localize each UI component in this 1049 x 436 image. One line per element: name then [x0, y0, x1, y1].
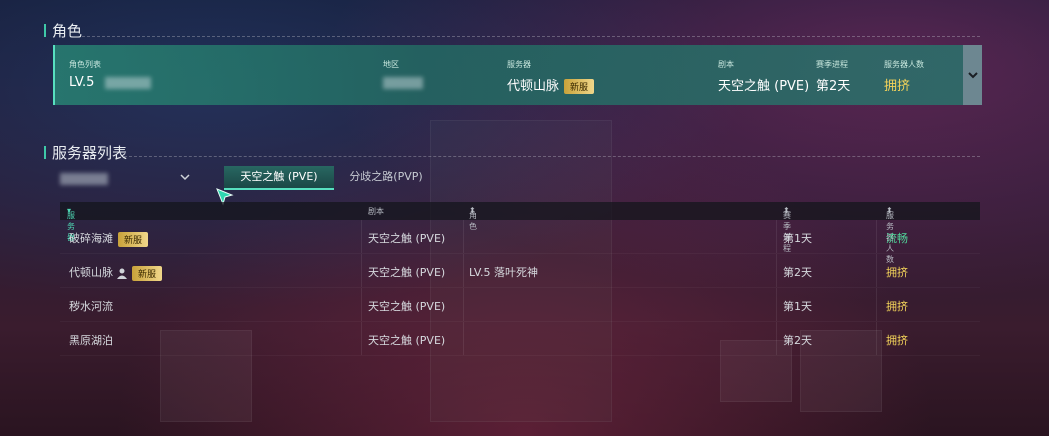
tab-pvp[interactable]: 分歧之路(PVP) — [336, 166, 436, 188]
column-divider — [776, 322, 777, 355]
col-population-header[interactable]: 服务器人数 ⬍ — [886, 206, 894, 264]
column-divider — [876, 322, 877, 355]
chevron-down-icon — [180, 174, 190, 181]
server-table: 服务器 ▾ 剧本 角色 ⬍ 赛季进程 ⬍ 服务器人数 ⬍ 破碎海滩 新服 天空之触… — [60, 202, 980, 356]
role-list-label: 角色列表 — [69, 60, 101, 69]
population-label: 服务器人数 — [884, 60, 924, 69]
server-value-wrap: 代顿山脉 新服 — [507, 75, 595, 94]
role-list-col: 角色列表 LV.5 — [69, 59, 151, 90]
season-cell: 第1天 — [783, 300, 812, 313]
table-row[interactable]: 黑原湖泊 天空之触 (PVE) 第2天 拥挤 — [60, 322, 980, 356]
script-cell: 天空之触 (PVE) — [368, 300, 446, 313]
table-row[interactable]: 破碎海滩 新服 天空之触 (PVE) 第1天 流畅 — [60, 220, 980, 254]
region-label: 地区 — [383, 60, 399, 69]
season-cell: 第1天 — [783, 232, 812, 245]
population-value: 拥挤 — [884, 79, 911, 94]
population-cell: 拥挤 — [886, 266, 908, 279]
tab-pve[interactable]: 天空之触 (PVE) — [224, 166, 334, 190]
role-name: LV.5 — [69, 75, 151, 90]
column-divider — [463, 220, 464, 253]
col-server-header[interactable]: 服务器 ▾ — [67, 206, 75, 242]
divider-line — [82, 36, 980, 37]
season-label: 赛季进程 — [816, 60, 848, 69]
table-row[interactable]: 秽水河流 天空之触 (PVE) 第1天 拥挤 — [60, 288, 980, 322]
season-value: 第2天 — [816, 79, 851, 94]
population-cell: 拥挤 — [886, 300, 908, 313]
column-divider — [876, 254, 877, 287]
server-section-title: 服务器列表 — [44, 142, 127, 163]
blurred-region — [383, 76, 423, 89]
column-divider — [463, 288, 464, 321]
column-divider — [876, 220, 877, 253]
season-col: 赛季进程 第2天 — [816, 59, 850, 94]
server-value: 代顿山脉 — [507, 79, 560, 94]
blurred-selected-region — [60, 173, 108, 185]
col-script-header: 剧本 — [368, 207, 384, 216]
server-name-cell: 破碎海滩 新服 — [69, 230, 149, 247]
column-divider — [463, 254, 464, 287]
col-role-header[interactable]: 角色 ⬍ — [469, 206, 477, 231]
server-name-cell: 代顿山脉 新服 — [69, 264, 163, 281]
server-name-cell: 秽水河流 — [69, 300, 113, 313]
person-icon — [117, 268, 127, 279]
population-cell: 流畅 — [886, 232, 908, 245]
chevron-down-icon — [967, 72, 978, 79]
column-divider — [361, 220, 362, 253]
script-cell: 天空之触 (PVE) — [368, 334, 446, 347]
server-list-title-text: 服务器列表 — [52, 144, 128, 162]
column-divider — [776, 254, 777, 287]
script-cell: 天空之触 (PVE) — [368, 232, 446, 245]
column-divider — [463, 322, 464, 355]
script-col: 剧本 天空之触 (PVE) — [718, 59, 809, 94]
col-season-header[interactable]: 赛季进程 ⬍ — [783, 206, 791, 253]
role-section-title: 角色 — [44, 20, 82, 41]
new-server-badge: 新服 — [564, 79, 595, 94]
title-accent-bar — [44, 24, 46, 37]
column-divider — [361, 322, 362, 355]
region-col: 地区 — [383, 59, 423, 90]
divider-line — [124, 156, 980, 157]
season-cell: 第2天 — [783, 266, 812, 279]
new-server-badge: 新服 — [132, 265, 163, 281]
column-divider — [876, 288, 877, 321]
blurred-role-name — [104, 76, 151, 89]
script-label: 剧本 — [718, 60, 734, 69]
season-cell: 第2天 — [783, 334, 812, 347]
table-header: 服务器 ▾ 剧本 角色 ⬍ 赛季进程 ⬍ 服务器人数 ⬍ — [60, 202, 980, 264]
new-server-badge: 新服 — [118, 231, 149, 247]
region-select[interactable] — [60, 170, 194, 188]
column-divider — [776, 220, 777, 253]
column-divider — [776, 288, 777, 321]
role-cell: LV.5 落叶死神 — [469, 266, 539, 279]
role-title-text: 角色 — [52, 22, 83, 40]
table-row[interactable]: 代顿山脉 新服 天空之触 (PVE) LV.5 落叶死神 第2天 拥挤 — [60, 254, 980, 288]
population-col: 服务器人数 拥挤 — [884, 59, 924, 94]
column-divider — [361, 288, 362, 321]
server-name-cell: 黑原湖泊 — [69, 334, 113, 347]
column-divider — [361, 254, 362, 287]
script-cell: 天空之触 (PVE) — [368, 266, 446, 279]
server-col: 服务器 代顿山脉 新服 — [507, 59, 595, 94]
script-value: 天空之触 (PVE) — [718, 79, 810, 94]
server-label: 服务器 — [507, 60, 531, 69]
region-value — [383, 75, 423, 90]
population-cell: 拥挤 — [886, 334, 908, 347]
role-card[interactable]: 角色列表 LV.5 地区 服务器 代顿山脉 新服 剧本 天空之触 (PVE) 赛季… — [53, 45, 982, 105]
role-level: LV.5 — [69, 75, 95, 90]
title-accent-bar — [44, 146, 46, 159]
role-expand-button[interactable] — [963, 45, 982, 105]
